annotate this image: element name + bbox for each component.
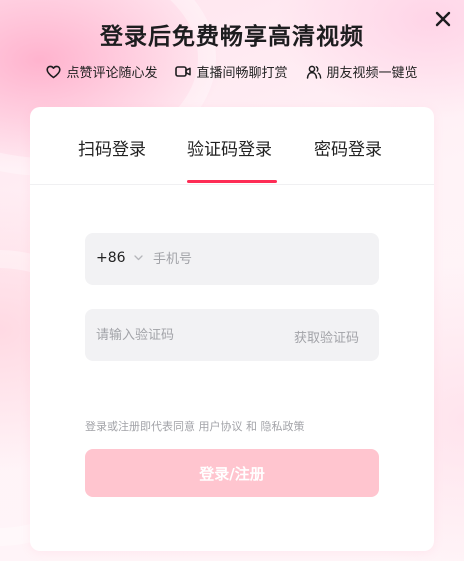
feature-label: 朋友视频一键览 xyxy=(326,66,418,81)
friends-icon xyxy=(306,65,321,79)
agreement-prefix: 登录或注册即代表同意 xyxy=(85,420,195,433)
agreement-text: 登录或注册即代表同意 用户协议 和 隐私政策 xyxy=(85,418,305,434)
country-code: +86 xyxy=(96,250,126,266)
feature-list: 点赞评论随心发 直播间畅聊打赏 朋友视频一键览 xyxy=(0,62,464,81)
country-code-select[interactable]: +86 xyxy=(96,250,143,266)
verification-code-input[interactable] xyxy=(96,309,276,361)
feature-label: 直播间畅聊打赏 xyxy=(196,66,288,81)
feature-label: 点赞评论随心发 xyxy=(66,66,158,81)
chevron-down-icon xyxy=(133,255,143,261)
page-title: 登录后免费畅享高清视频 xyxy=(100,24,364,50)
login-register-button[interactable]: 登录/注册 xyxy=(85,449,379,497)
get-code-button[interactable]: 获取验证码 xyxy=(294,327,359,346)
tab-code-login[interactable]: 验证码登录 xyxy=(187,135,272,160)
feature-item: 直播间畅聊打赏 xyxy=(175,62,288,81)
tab-password-login[interactable]: 密码登录 xyxy=(314,135,382,160)
agreement-and: 和 xyxy=(246,420,257,433)
heart-icon xyxy=(46,65,62,78)
feature-item: 点赞评论随心发 xyxy=(46,62,157,81)
user-agreement-link[interactable]: 用户协议 xyxy=(199,420,243,433)
verification-code-field: 获取验证码 xyxy=(85,309,379,361)
phone-input[interactable] xyxy=(153,233,363,285)
video-camera-icon xyxy=(175,66,192,77)
tab-qr-login[interactable]: 扫码登录 xyxy=(78,135,146,160)
privacy-policy-link[interactable]: 隐私政策 xyxy=(261,420,305,433)
login-tabs: 扫码登录 验证码登录 密码登录 xyxy=(30,107,434,185)
active-tab-indicator xyxy=(187,180,277,183)
login-modal: 登录后免费畅享高清视频 点赞评论随心发 直播间畅聊打赏 朋友视频一键览 扫码登录… xyxy=(0,0,464,561)
phone-field: +86 xyxy=(85,233,379,285)
feature-item: 朋友视频一键览 xyxy=(306,62,418,81)
login-card: 扫码登录 验证码登录 密码登录 +86 获取验证码 登录或注册即代表同意 用户协… xyxy=(30,107,434,551)
